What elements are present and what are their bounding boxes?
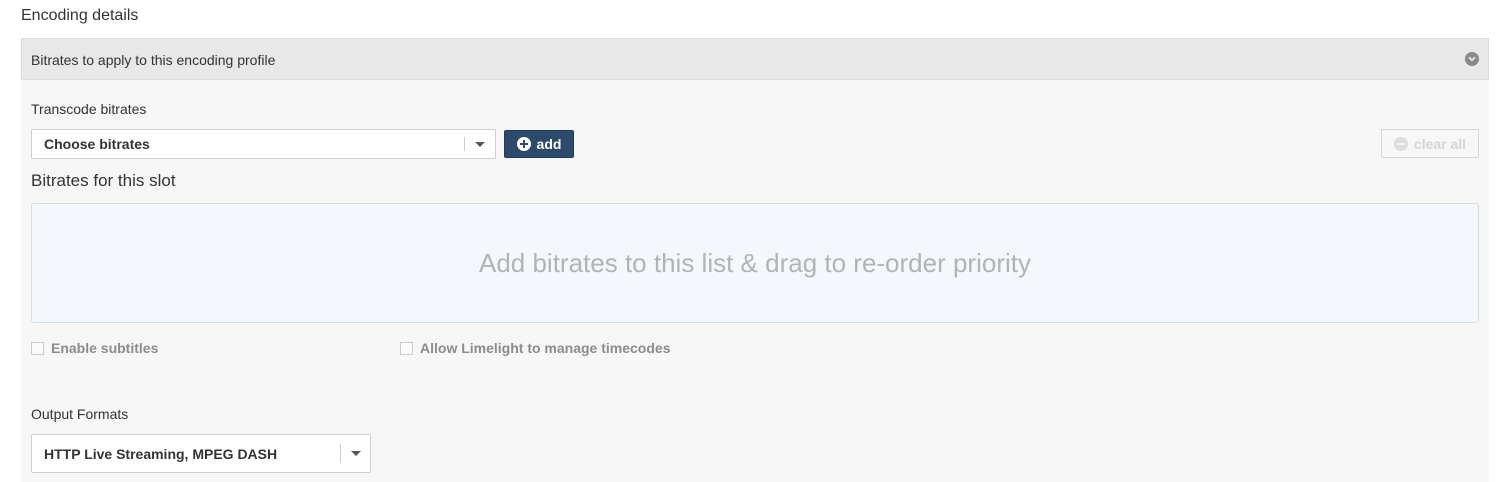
output-formats-select[interactable]: HTTP Live Streaming, MPEG DASH (31, 434, 371, 473)
panel-header-label: Bitrates to apply to this encoding profi… (31, 52, 276, 68)
enable-subtitles-label: Enable subtitles (51, 340, 159, 356)
clear-all-label: clear all (1413, 135, 1467, 152)
transcode-bitrates-value: Choose bitrates (44, 136, 150, 152)
enable-subtitles-checkbox[interactable] (31, 341, 44, 355)
output-formats-label: Output Formats (31, 406, 129, 422)
dropzone-placeholder: Add bitrates to this list & drag to re-o… (478, 247, 1031, 278)
bitrates-panel-body: Transcode bitrates Choose bitrates add c… (21, 80, 1489, 482)
add-bitrate-button[interactable]: add (504, 130, 574, 158)
bitrates-slot-title: Bitrates for this slot (31, 171, 176, 190)
plus-circle-icon (516, 137, 531, 151)
chevron-down-icon[interactable] (465, 130, 495, 158)
limelight-timecodes-option[interactable]: Allow Limelight to manage timecodes (400, 340, 670, 356)
minus-circle-icon (1393, 136, 1408, 151)
clear-all-button[interactable]: clear all (1381, 129, 1479, 158)
chevron-down-icon[interactable] (341, 435, 371, 472)
bitrates-dropzone[interactable]: Add bitrates to this list & drag to re-o… (31, 203, 1479, 323)
chevron-down-circle-icon[interactable] (1465, 52, 1479, 66)
transcode-bitrates-select[interactable]: Choose bitrates (31, 129, 496, 159)
enable-subtitles-option[interactable]: Enable subtitles (31, 340, 158, 356)
output-formats-value: HTTP Live Streaming, MPEG DASH (44, 445, 278, 462)
transcode-bitrates-label: Transcode bitrates (31, 101, 147, 117)
limelight-timecodes-label: Allow Limelight to manage timecodes (420, 340, 671, 356)
limelight-timecodes-checkbox[interactable] (400, 341, 413, 355)
bitrates-panel-header[interactable]: Bitrates to apply to this encoding profi… (21, 38, 1489, 80)
section-title: Encoding details (21, 7, 139, 24)
add-button-label: add (536, 136, 562, 152)
